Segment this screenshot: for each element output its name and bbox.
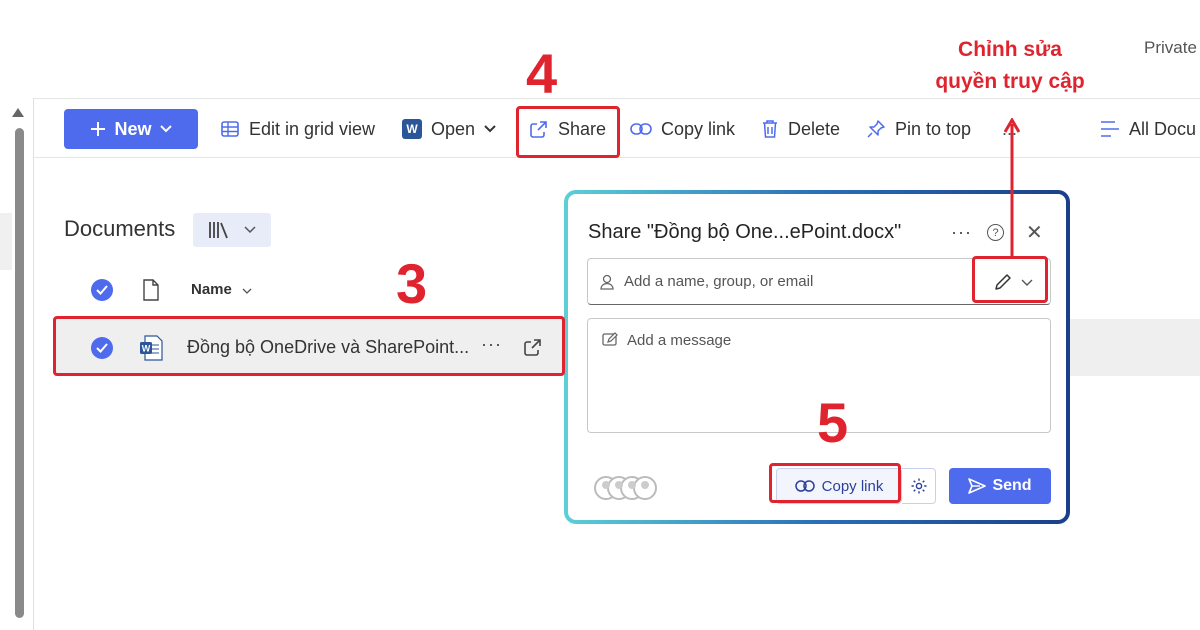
step-number-5: 5 bbox=[817, 391, 849, 454]
view-switcher-label: All Docu bbox=[1129, 118, 1197, 139]
open-button[interactable]: W Open bbox=[402, 99, 496, 159]
annotation-arrow-icon bbox=[1004, 118, 1020, 256]
send-button[interactable]: Send bbox=[949, 468, 1051, 504]
link-icon bbox=[794, 480, 815, 492]
plus-icon bbox=[91, 122, 106, 136]
library-icon bbox=[209, 222, 228, 239]
chevron-down-icon bbox=[159, 125, 172, 133]
view-switcher[interactable]: All Docu bbox=[1100, 99, 1196, 159]
file-type-icon bbox=[143, 279, 159, 301]
word-app-icon: W bbox=[402, 119, 422, 139]
list-view-icon bbox=[1101, 121, 1119, 137]
select-all-checkbox[interactable] bbox=[91, 279, 113, 301]
person-icon bbox=[600, 274, 614, 290]
gear-icon bbox=[911, 478, 926, 494]
edit-grid-view-button[interactable]: Edit in grid view bbox=[220, 99, 375, 159]
dialog-more-icon[interactable]: ··· bbox=[951, 222, 972, 243]
link-icon bbox=[630, 123, 652, 135]
pin-to-top-button[interactable]: Pin to top bbox=[866, 99, 971, 159]
edit-grid-view-label: Edit in grid view bbox=[249, 118, 376, 139]
word-doc-icon: W bbox=[140, 335, 163, 361]
pin-to-top-label: Pin to top bbox=[895, 118, 972, 139]
site-privacy-label: Private bbox=[1144, 38, 1197, 57]
send-icon bbox=[968, 478, 987, 494]
shared-with-avatars[interactable] bbox=[593, 475, 663, 501]
dialog-copy-link-button[interactable]: Copy link bbox=[776, 468, 902, 504]
pencil-icon bbox=[995, 274, 1011, 290]
share-dialog-title: Share "Đồng bộ One...ePoint.docx" bbox=[588, 221, 902, 243]
trash-icon bbox=[763, 120, 777, 138]
chevron-down-icon bbox=[1021, 279, 1033, 286]
chevron-down-icon bbox=[242, 288, 252, 294]
share-label: Share bbox=[558, 118, 607, 139]
link-settings-button[interactable] bbox=[902, 468, 936, 504]
step-number-3: 3 bbox=[396, 252, 428, 315]
scrollbar-thumb[interactable] bbox=[15, 128, 24, 618]
checkmark-icon bbox=[96, 285, 108, 295]
copy-link-command[interactable]: Copy link bbox=[630, 99, 735, 159]
share-button[interactable]: Share bbox=[529, 99, 606, 159]
share-icon bbox=[530, 121, 547, 138]
edit-note-icon bbox=[602, 332, 618, 346]
row-share-icon[interactable] bbox=[523, 337, 543, 357]
permission-dropdown[interactable] bbox=[979, 264, 1047, 300]
library-view-button[interactable] bbox=[193, 213, 271, 247]
name-column-header[interactable]: Name bbox=[191, 281, 252, 298]
scroll-up-arrow-icon[interactable] bbox=[12, 108, 24, 117]
new-button[interactable]: New bbox=[64, 109, 198, 149]
library-title: Documents bbox=[64, 216, 176, 241]
send-label: Send bbox=[992, 477, 1032, 494]
delete-label: Delete bbox=[788, 118, 841, 139]
pin-icon bbox=[867, 120, 885, 138]
people-picker-placeholder: Add a name, group, or email bbox=[624, 273, 814, 290]
permission-note-line-2: quyền truy cập bbox=[935, 70, 1085, 93]
grid-icon bbox=[221, 121, 239, 137]
dialog-copy-link-label: Copy link bbox=[821, 477, 884, 495]
nav-selection-indicator bbox=[0, 213, 12, 270]
permission-note-line-1: Chỉnh sửa bbox=[958, 38, 1062, 61]
delete-button[interactable]: Delete bbox=[761, 99, 840, 159]
svg-text:W: W bbox=[142, 344, 151, 354]
copy-link-label: Copy link bbox=[661, 118, 736, 139]
name-column-label: Name bbox=[191, 281, 232, 298]
message-placeholder: Add a message bbox=[627, 332, 732, 349]
step-number-4: 4 bbox=[526, 42, 558, 105]
close-icon[interactable]: ✕ bbox=[1026, 220, 1043, 245]
open-label: Open bbox=[431, 118, 476, 139]
new-button-label: New bbox=[114, 118, 152, 139]
help-icon[interactable]: ? bbox=[987, 224, 1004, 241]
row-checkbox[interactable] bbox=[91, 337, 113, 359]
command-bar: New Edit in grid view W Open Share Copy … bbox=[34, 98, 1200, 158]
chevron-down-icon bbox=[244, 226, 256, 234]
chevron-down-icon bbox=[484, 125, 496, 133]
left-scroll-gutter bbox=[0, 98, 34, 630]
file-name[interactable]: Đồng bộ OneDrive và SharePoint... bbox=[187, 337, 469, 358]
share-dialog: Share "Đồng bộ One...ePoint.docx" ··· ? … bbox=[564, 190, 1070, 524]
checkmark-icon bbox=[96, 343, 108, 353]
permission-note: Chỉnh sửa quyền truy cập bbox=[920, 34, 1100, 98]
row-more-icon[interactable]: ··· bbox=[481, 334, 502, 355]
